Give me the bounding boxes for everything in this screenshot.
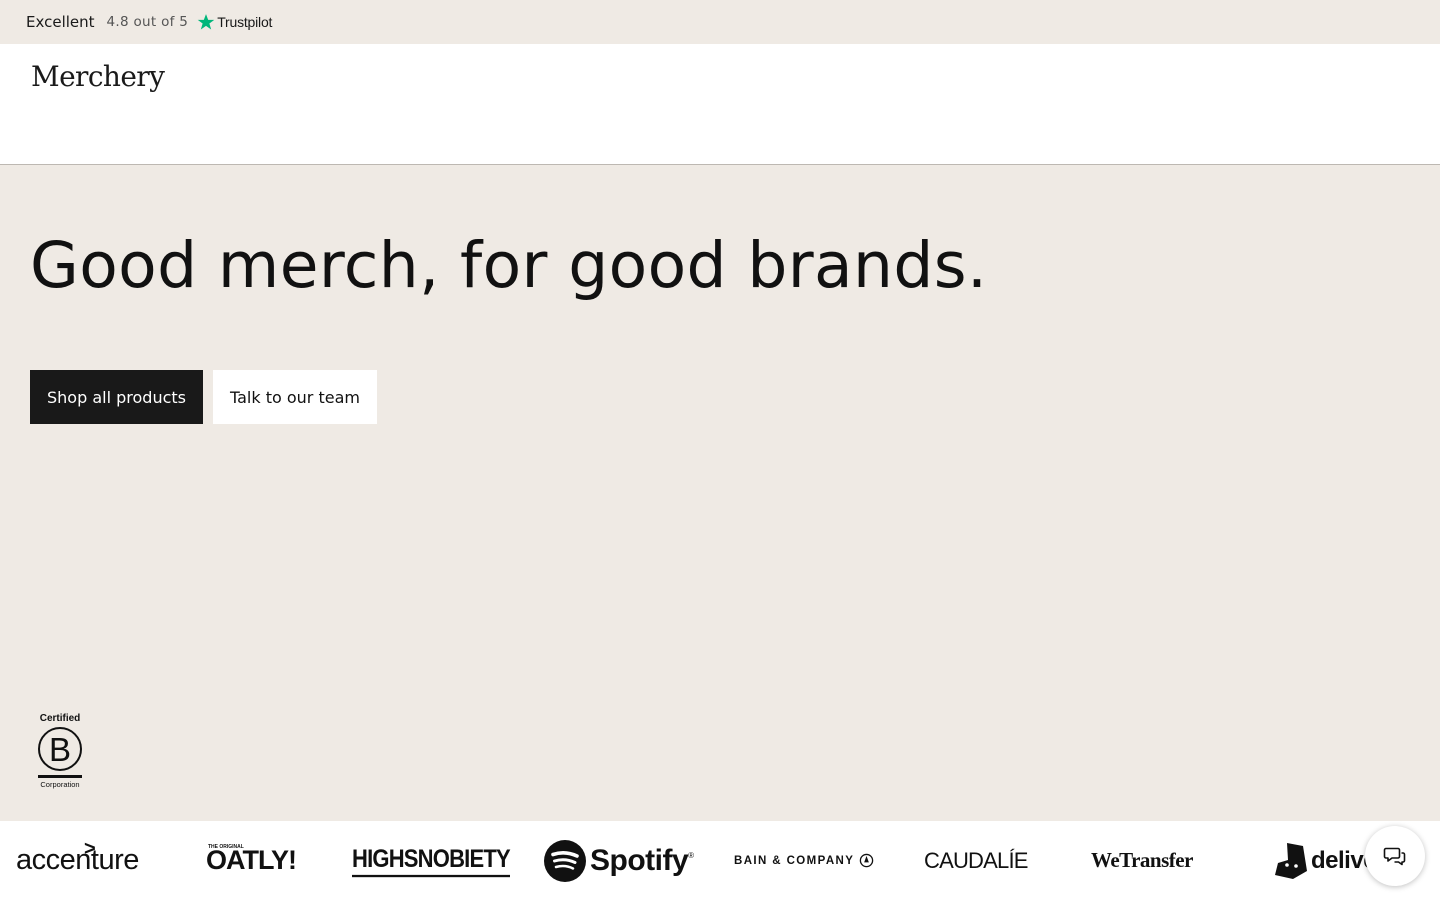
spotify-wordmark: Spotify [590,843,689,877]
caudalie-wordmark: CAUDALÍE [924,847,1028,873]
b-corp-logo-icon: B [38,727,82,771]
accenture-logo: > accenture [16,821,139,900]
chat-widget-button[interactable] [1365,826,1425,886]
b-corp-certified-text: Certified [39,713,81,724]
deliveroo-kangaroo-icon [1275,842,1307,879]
spotify-icon [544,839,586,882]
chat-bubbles-icon [1383,847,1406,866]
b-corp-divider [38,775,82,778]
hero-headline: Good merch, for good brands. [30,229,988,302]
trust-label: Excellent [26,13,95,31]
merchery-logo[interactable]: Merchery [31,60,165,93]
trustpilot-bar: Excellent 4.8 out of 5 Trustpilot [0,0,1440,44]
trustpilot-wordmark: Trustpilot [217,14,273,30]
trustpilot-link[interactable]: Trustpilot [197,13,272,31]
wetransfer-logo: WeTransfer [1091,821,1193,900]
wetransfer-wordmark: WeTransfer [1091,848,1193,872]
deliveroo-logo: delive [1273,821,1377,900]
trustpilot-star-icon [197,14,215,30]
b-corp-badge: Certified B Corporation [37,713,83,789]
spotify-registered-mark: ® [688,851,694,860]
highsnobiety-logo: HIGHSNOBIETY [352,821,511,900]
bain-compass-icon [860,853,874,868]
oatly-tagline: THE ORIGINAL [208,844,244,850]
b-corp-corporation-text: Corporation [40,780,80,789]
shop-all-products-button[interactable]: Shop all products [30,370,203,424]
site-header: Merchery [0,44,1440,165]
bain-wordmark: BAIN & COMPANY [734,854,855,867]
accenture-wordmark: accenture [16,844,139,876]
highsnobiety-wordmark: HIGHSNOBIETY [352,844,511,878]
spotify-logo: Spotify ® [544,821,694,900]
hero-section: Good merch, for good brands. Shop all pr… [0,165,1440,821]
caudalie-logo: CAUDALÍE [924,821,1028,900]
client-logos-strip: > accenture THE ORIGINAL OATLY! HIGHSNOB… [0,821,1440,900]
accenture-mark: > [84,838,96,860]
talk-to-team-button[interactable]: Talk to our team [213,370,377,424]
bain-logo: BAIN & COMPANY [734,821,874,900]
trust-rating: 4.8 out of 5 [106,14,189,30]
oatly-logo: THE ORIGINAL OATLY! [206,821,297,900]
